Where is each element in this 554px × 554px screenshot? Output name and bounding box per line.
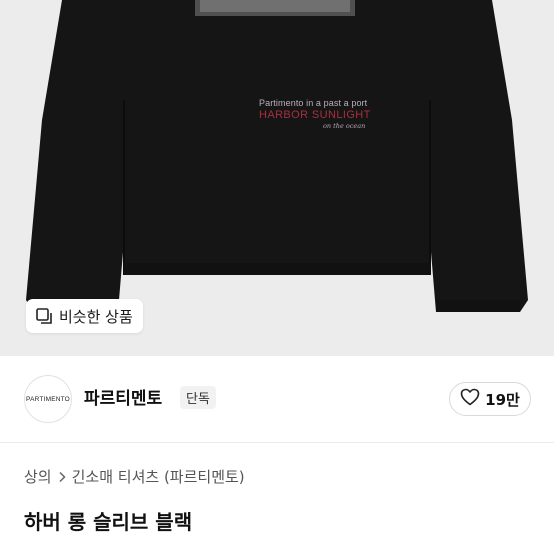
brand-logo-text: PARTIMENTO xyxy=(26,395,70,403)
print-line-1: Partimento in a past a port xyxy=(259,98,368,108)
brand-name[interactable]: 파르티멘토 xyxy=(84,384,162,409)
heart-icon xyxy=(460,388,480,410)
shirt-print-graphic: Partimento in a past a port HARBOR SUNLI… xyxy=(259,98,379,130)
exclusive-badge: 단독 xyxy=(180,386,216,409)
section-divider xyxy=(0,442,554,443)
breadcrumb: 상의 긴소매 티셔츠 (파르티멘토) xyxy=(24,466,245,487)
brand-row: PARTIMENTO 파르티멘토 단독 19만 xyxy=(0,356,554,442)
brand-like-button[interactable]: 19만 xyxy=(449,382,531,416)
chevron-right-icon xyxy=(58,471,66,483)
product-title: 하버 롱 슬리브 블랙 xyxy=(24,510,193,534)
similar-products-button[interactable]: 비슷한 상품 xyxy=(26,299,143,333)
breadcrumb-item-subcategory[interactable]: 긴소매 티셔츠 (파르티멘토) xyxy=(72,466,245,487)
brand-logo[interactable]: PARTIMENTO xyxy=(24,375,72,423)
similar-products-label: 비슷한 상품 xyxy=(59,307,133,326)
print-line-3: on the ocean xyxy=(323,122,366,130)
like-count: 19만 xyxy=(485,390,520,409)
product-image[interactable]: Partimento in a past a port HARBOR SUNLI… xyxy=(0,0,554,356)
similar-items-icon xyxy=(35,307,53,325)
breadcrumb-item-category[interactable]: 상의 xyxy=(24,466,52,487)
print-line-2: HARBOR SUNLIGHT xyxy=(259,109,371,121)
